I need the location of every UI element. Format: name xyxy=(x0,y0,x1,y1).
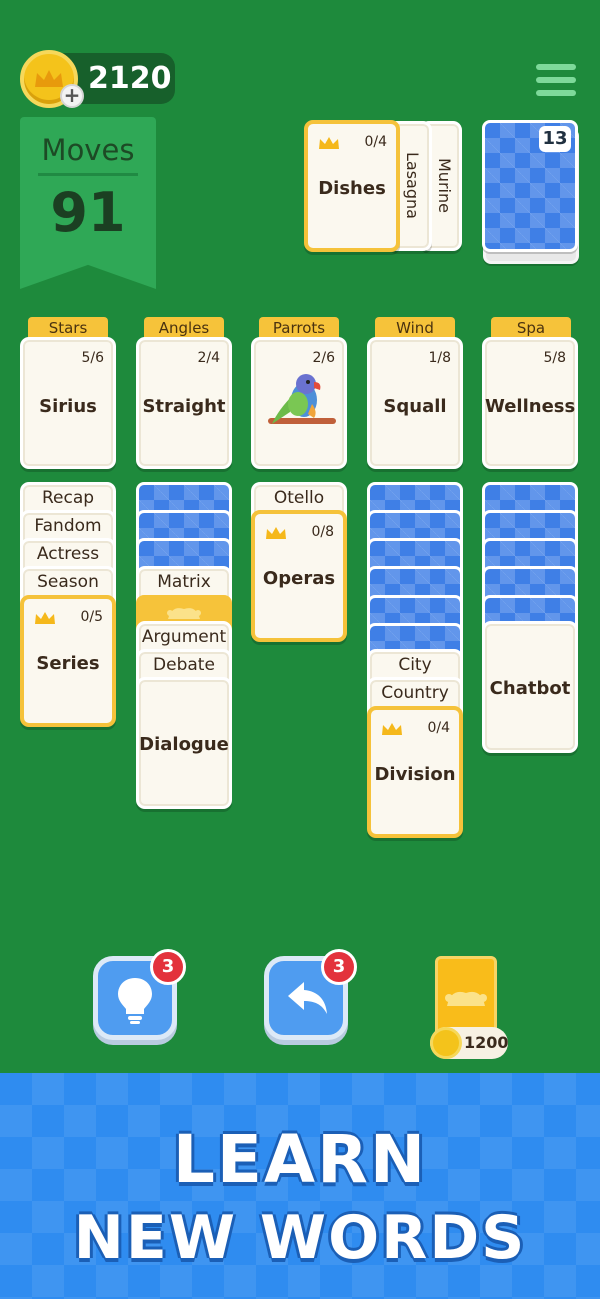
menu-icon[interactable] xyxy=(536,64,576,96)
card-word: Series xyxy=(36,653,100,674)
moves-value: 91 xyxy=(50,181,126,244)
column5-top-card[interactable]: Chatbot xyxy=(482,621,578,753)
moves-banner: Moves 91 xyxy=(20,117,156,289)
coin-value: 2120 xyxy=(88,61,172,96)
card-count: 5/6 xyxy=(81,350,104,366)
parrot-illustration-icon xyxy=(268,374,336,424)
crown-icon xyxy=(319,137,339,149)
jester-hat-icon xyxy=(167,608,201,619)
banner-line2: NEW WORDS xyxy=(73,1203,527,1273)
card-word: Squall xyxy=(383,396,447,417)
card-word: Actress xyxy=(36,544,100,564)
promo-banner: LEARN NEW WORDS xyxy=(0,1073,600,1299)
crown-icon xyxy=(266,527,286,539)
card-word: Matrix xyxy=(157,572,211,592)
card-count: 2/6 xyxy=(312,350,335,366)
lightbulb-icon xyxy=(118,978,152,1024)
add-coins-button[interactable]: + xyxy=(60,84,84,108)
moves-label: Moves xyxy=(41,133,135,167)
crown-coin-icon xyxy=(430,1027,462,1059)
waste-card-active[interactable]: 0/4 Dishes xyxy=(304,120,400,252)
column3-top-card[interactable]: 0/8 Operas xyxy=(251,510,347,642)
card-word: Wellness xyxy=(485,396,576,417)
card-count: 0/5 xyxy=(80,609,103,625)
card-word: Otello xyxy=(273,488,325,508)
undo-arrow-icon xyxy=(288,982,327,1014)
column1-top-card[interactable]: 0/5 Series xyxy=(20,595,116,727)
card-word: Dialogue xyxy=(139,734,229,755)
card-word: Straight xyxy=(142,396,226,417)
card-count: 5/8 xyxy=(543,350,566,366)
card-word: Operas xyxy=(262,568,336,589)
banner-line1: LEARN xyxy=(172,1121,428,1198)
hint-count-badge: 3 xyxy=(150,949,186,985)
card-count: 1/8 xyxy=(428,350,451,366)
crown-icon xyxy=(35,612,55,624)
category-card-parrots[interactable]: 2/6 xyxy=(251,337,347,469)
card-count: 0/4 xyxy=(427,720,450,736)
card-count: 0/4 xyxy=(364,134,387,150)
category-card-stars[interactable]: 5/6 Sirius xyxy=(20,337,116,469)
card-word: Fandom xyxy=(34,516,102,536)
card-word: Dishes xyxy=(318,178,386,199)
waste-word: Murine xyxy=(435,158,454,213)
undo-count-badge: 3 xyxy=(321,949,357,985)
card-word: Debate xyxy=(153,655,215,675)
column2-top-card[interactable]: Dialogue xyxy=(136,677,232,809)
card-word: Argument xyxy=(141,627,227,647)
category-tab: Stars xyxy=(28,317,108,339)
category-card-spa[interactable]: 5/8 Wellness xyxy=(482,337,578,469)
draw-deck[interactable]: 13 xyxy=(482,120,578,252)
card-word: Recap xyxy=(41,488,95,508)
card-count: 0/8 xyxy=(311,524,334,540)
category-tab: Wind xyxy=(375,317,455,339)
category-tab: Angles xyxy=(144,317,224,339)
joker-price: 1200 xyxy=(430,1027,509,1059)
joker-price-value: 1200 xyxy=(464,1033,509,1052)
card-word: Country xyxy=(381,683,449,703)
category-card-angles[interactable]: 2/4 Straight xyxy=(136,337,232,469)
waste-word: Lasagna xyxy=(403,152,422,219)
category-tab: Parrots xyxy=(259,317,339,339)
crown-icon xyxy=(382,723,402,735)
card-word: Chatbot xyxy=(489,678,571,699)
card-word: Division xyxy=(374,764,456,785)
column4-top-card[interactable]: 0/4 Division xyxy=(367,706,463,838)
card-word: Sirius xyxy=(39,396,97,417)
category-tab: Spa xyxy=(491,317,571,339)
card-count: 2/4 xyxy=(197,350,220,366)
category-card-wind[interactable]: 1/8 Squall xyxy=(367,337,463,469)
card-word: City xyxy=(398,655,432,675)
card-word: Season xyxy=(37,572,99,592)
jester-hat-icon xyxy=(445,991,487,1006)
deck-count: 13 xyxy=(539,126,571,152)
